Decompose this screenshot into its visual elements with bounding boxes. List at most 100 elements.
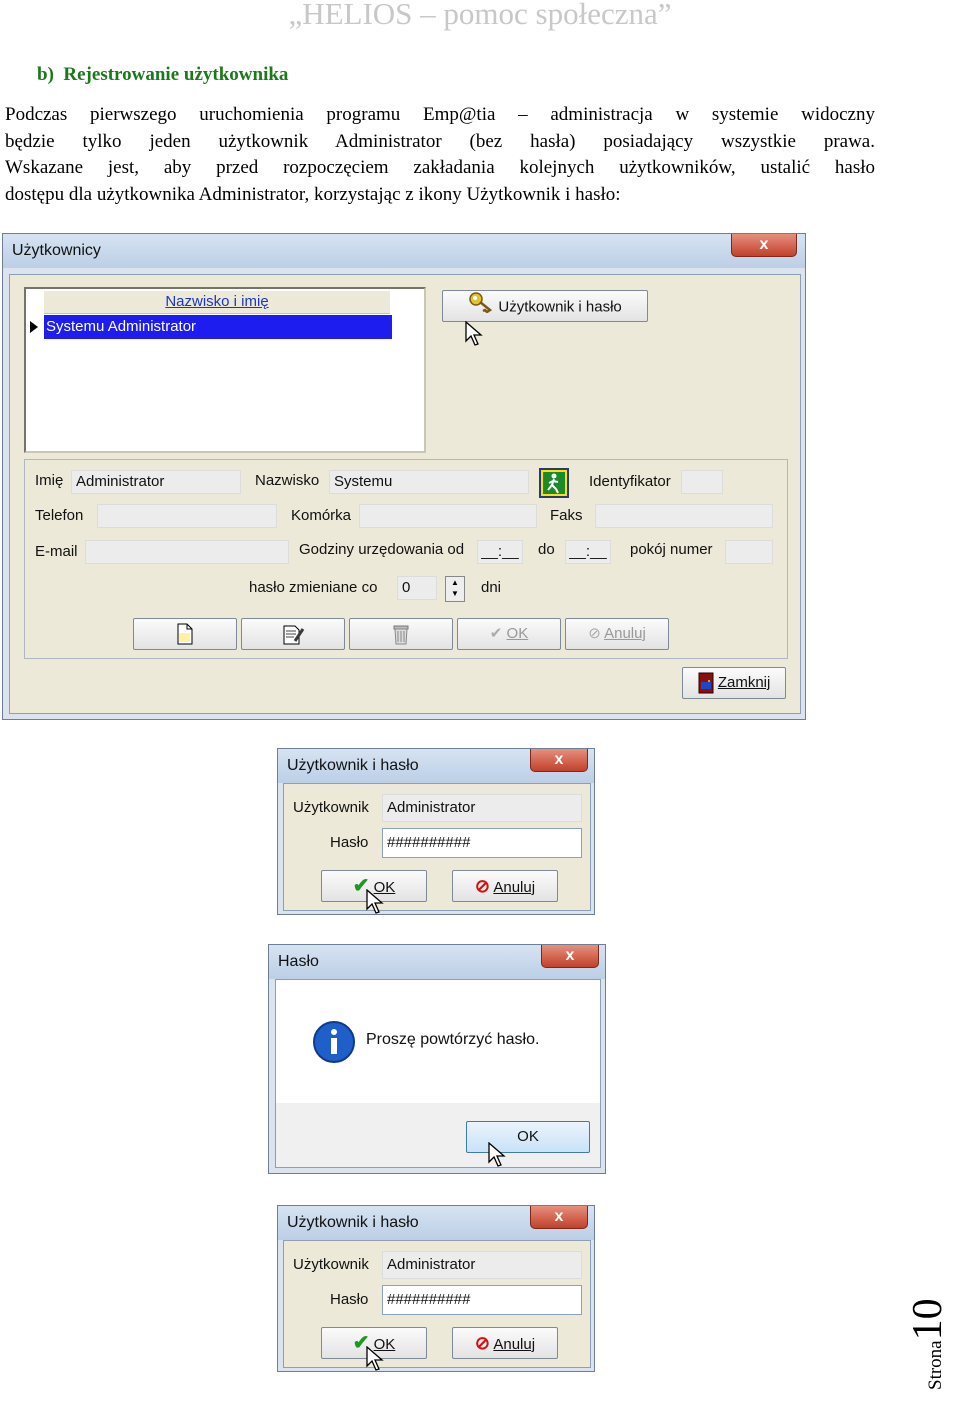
phone-field[interactable]: [97, 504, 277, 528]
edit-record-button[interactable]: [241, 618, 345, 650]
cancel-icon: ⊘: [474, 876, 491, 896]
office-hours-label: Godziny urzędowania od: [299, 541, 465, 558]
cancel-icon: ⊘: [588, 625, 601, 642]
identifier-label: Identyfikator: [589, 473, 671, 490]
close-button-label: Zamknij: [717, 674, 771, 691]
door-icon: [698, 672, 714, 694]
email-label: E-mail: [35, 543, 78, 560]
close-icon[interactable]: x: [530, 1206, 588, 1229]
body-paragraph: Podczas pierwszego uruchomienia programu…: [5, 102, 875, 208]
page-number-value: 10: [905, 1298, 951, 1341]
paragraph-line: Podczas pierwszego uruchomienia programu…: [5, 104, 875, 125]
page-number-label: Strona: [925, 1340, 946, 1390]
cancel-label: Anuluj: [604, 625, 646, 642]
user-field[interactable]: Administrator: [382, 794, 582, 822]
room-number-field[interactable]: [725, 540, 773, 564]
users-window: Użytkownicy x Nazwisko i imię Systemu Ad…: [2, 233, 806, 720]
users-window-titlebar: Użytkownicy: [3, 234, 805, 268]
user-field[interactable]: Administrator: [382, 1251, 582, 1279]
user-password-dialog: Użytkownik i hasło x Użytkownik Administ…: [277, 748, 595, 915]
message-area: Proszę powtórzyć hasło.: [275, 979, 601, 1105]
cancel-button[interactable]: ⊘ Anuluj: [565, 618, 669, 650]
trash-icon: [393, 625, 409, 645]
section-title: b) Rejestrowanie użytkownika: [37, 64, 288, 86]
cancel-label: Anuluj: [493, 879, 536, 896]
password-change-label: hasło zmieniane co: [249, 579, 378, 596]
exit-person-icon[interactable]: [539, 468, 569, 498]
user-list[interactable]: Nazwisko i imię Systemu Administrator: [24, 287, 426, 453]
paragraph-line: będzie tylko jeden użytkownik Administra…: [5, 130, 875, 152]
user-password-dialog: Użytkownik i hasło x Użytkownik Administ…: [277, 1205, 595, 1372]
delete-record-button[interactable]: [349, 618, 453, 650]
last-name-field[interactable]: Systemu: [329, 470, 529, 494]
mouse-cursor-icon: [488, 1142, 506, 1167]
list-header[interactable]: Nazwisko i imię: [44, 291, 390, 314]
dialog-button-area: OK: [275, 1103, 601, 1168]
check-icon: ✔: [489, 625, 503, 642]
users-window-client: Nazwisko i imię Systemu Administrator Uż…: [9, 274, 801, 714]
password-message-dialog: Hasło x Proszę powtórzyć hasło. OK: [268, 944, 606, 1174]
user-password-button[interactable]: Użytkownik i hasło: [442, 290, 648, 322]
ok-button[interactable]: OK: [466, 1121, 590, 1153]
page-header: „HELIOS – pomoc społeczna”: [288, 0, 672, 31]
row-pointer-icon: [30, 321, 38, 333]
phone-label: Telefon: [35, 507, 84, 524]
fax-label: Faks: [550, 507, 583, 524]
email-field[interactable]: [85, 540, 289, 564]
password-field[interactable]: ##########: [382, 828, 582, 858]
password-label: Hasło: [330, 1291, 369, 1308]
mouse-cursor-icon: [366, 1346, 384, 1371]
dialog-client: Użytkownik Administrator Hasło #########…: [283, 783, 591, 911]
mouse-cursor-icon: [366, 889, 384, 914]
close-window-button[interactable]: Zamknij: [682, 667, 786, 699]
office-hours-from-field[interactable]: __:__: [477, 540, 523, 564]
password-change-days-field[interactable]: 0: [397, 576, 437, 600]
first-name-field[interactable]: Administrator: [71, 470, 241, 494]
room-number-label: pokój numer: [630, 541, 713, 558]
ok-label: OK: [506, 625, 529, 642]
cancel-icon: ⊘: [474, 1333, 491, 1353]
to-label: do: [538, 541, 555, 558]
mouse-cursor-icon: [465, 321, 483, 346]
fax-field[interactable]: [595, 504, 773, 528]
ok-label: OK: [517, 1128, 539, 1145]
close-icon[interactable]: x: [530, 749, 588, 772]
days-stepper[interactable]: ▲ ▼: [445, 576, 465, 602]
list-row-text: Systemu Administrator: [44, 315, 392, 339]
list-row[interactable]: Systemu Administrator: [26, 315, 392, 339]
new-record-button[interactable]: [133, 618, 237, 650]
dialog-title: Hasło: [278, 953, 319, 970]
close-icon[interactable]: x: [541, 945, 599, 968]
user-password-label: Użytkownik i hasło: [498, 298, 622, 316]
edit-document-icon: [283, 625, 305, 645]
user-label: Użytkownik: [293, 1256, 369, 1273]
mobile-label: Komórka: [291, 507, 352, 524]
cancel-label: Anuluj: [493, 1336, 536, 1353]
paragraph-line: dostępu dla użytkownika Administrator, k…: [5, 183, 621, 205]
message-text: Proszę powtórzyć hasło.: [366, 1031, 540, 1048]
password-label: Hasło: [330, 834, 369, 851]
user-label: Użytkownik: [293, 799, 369, 816]
page-number: Strona10: [904, 1298, 952, 1390]
cancel-button[interactable]: ⊘ Anuluj: [452, 1327, 558, 1359]
key-icon: [468, 291, 494, 324]
cancel-button[interactable]: ⊘ Anuluj: [452, 870, 558, 902]
password-field[interactable]: ##########: [382, 1285, 582, 1315]
new-document-icon: [177, 623, 193, 645]
close-icon[interactable]: x: [731, 234, 797, 257]
paragraph-line: Wskazane jest, aby przed rozpoczęciem za…: [5, 157, 875, 178]
mobile-field[interactable]: [359, 504, 537, 528]
days-label: dni: [481, 579, 502, 596]
office-hours-to-field[interactable]: __:__: [565, 540, 611, 564]
last-name-label: Nazwisko: [255, 472, 320, 489]
dialog-title: Użytkownik i hasło: [287, 757, 419, 774]
dialog-client: Użytkownik Administrator Hasło #########…: [283, 1240, 591, 1368]
users-window-title: Użytkownicy: [12, 242, 101, 259]
user-details-panel: Imię Administrator Nazwisko Systemu Iden…: [24, 459, 788, 659]
section-marker: b): [37, 64, 54, 85]
identifier-field[interactable]: [681, 470, 723, 494]
first-name-label: Imię: [35, 472, 64, 489]
ok-button[interactable]: ✔ OK: [457, 618, 561, 650]
info-icon: [313, 1021, 355, 1063]
section-title-text: Rejestrowanie użytkownika: [63, 64, 289, 85]
